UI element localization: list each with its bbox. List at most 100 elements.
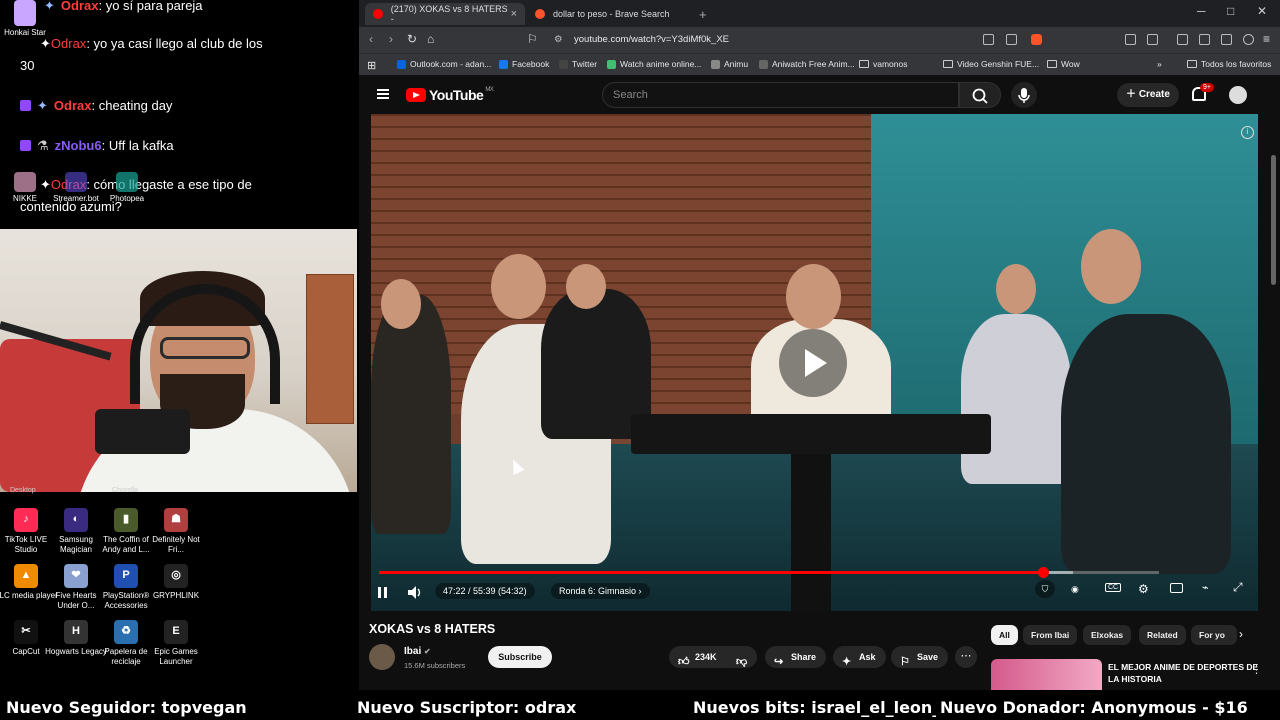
chip-all[interactable]: All [991,625,1018,645]
cast-icon[interactable]: ⌁ [1202,581,1209,594]
epic-games-shortcut[interactable]: E Epic Games Launcher [144,620,208,666]
chapter-button[interactable]: Ronda 6: Gimnasio › [551,583,650,599]
plus-icon: ＋ [1126,89,1139,100]
brave-shields-icon[interactable] [1031,34,1042,45]
volume-icon[interactable] [407,586,423,599]
autoplay-toggle-icon[interactable]: ◉ [1071,584,1079,595]
address-bar: ‹ › ↻ ⌂ ⚐ ⚙ youtube.com/watch?v=Y3diMf0k… [359,27,1280,53]
maximize-icon[interactable]: □ [1227,4,1234,18]
recommended-menu-icon[interactable]: ⋮ [1251,663,1262,676]
microphone-icon [1018,88,1030,103]
chat-line-2: ✦Odrax: yo ya casí llego al club de los … [20,33,340,77]
settings-icon[interactable]: ⚙ [1138,582,1149,596]
all-bookmarks[interactable]: Todos los favoritos [1187,59,1271,69]
bookmark-label: Animu [724,59,749,69]
recommended-thumbnail[interactable] [991,659,1102,690]
channel-name[interactable]: Ibai ✔ [404,646,431,657]
captions-icon[interactable]: CC [1105,583,1122,592]
chip-label: Elxokas [1091,630,1124,640]
thumbs-up-icon: 👍︎ [678,656,690,668]
bookmark-item[interactable]: Wow [1047,59,1080,69]
chip-elxokas[interactable]: Elxokas [1083,625,1132,645]
bookmark-item[interactable]: Video Genshin FUE... [943,59,1039,69]
recommended-title[interactable]: EL MEJOR ANIME DE DEPORTES DE LA HISTORI… [1108,661,1268,685]
bookmark-item[interactable]: vamonos [859,59,908,69]
home-icon[interactable]: ⌂ [427,32,434,46]
ask-button[interactable]: ✦ Ask [833,646,886,668]
tab-brave-search[interactable]: dollar to peso - Brave Search [527,3,697,25]
voice-search-button[interactable] [1011,82,1037,108]
bookmark-icon[interactable]: ⚐ [527,32,538,46]
twitch-icon [20,140,31,151]
photopea-icon[interactable]: Photopea [106,172,148,203]
channel-avatar[interactable] [369,644,395,670]
nikke-icon[interactable]: NIKKE [10,172,40,203]
definitely-not-shortcut[interactable]: ☗ Definitely Not Fri... [144,508,208,554]
forward-icon[interactable]: › [389,32,393,46]
site-settings-icon[interactable]: ⚙ [554,31,563,49]
bookmark-item[interactable]: Twitter [559,59,597,69]
bookmark-item[interactable]: Facebook [499,59,549,69]
search-input[interactable]: Search [602,82,959,108]
search-button[interactable] [959,82,1001,108]
create-button[interactable]: ＋ Create [1117,83,1179,107]
bookmark-label: Outlook.com - adan... [410,59,492,69]
share-button[interactable]: ↪ Share [765,646,827,668]
music-icon[interactable] [1177,34,1188,45]
photopea-label: Photopea [109,194,145,203]
minimize-icon[interactable]: ─ [1197,4,1206,18]
new-tab-button[interactable]: + [691,3,715,25]
chip-from-ibai[interactable]: From Ibai [1023,625,1078,645]
subscribe-button[interactable]: Subscribe [488,646,552,668]
chip-related[interactable]: Related [1139,625,1186,645]
more-actions-icon[interactable]: ⋯ [955,646,977,668]
video-person-head [491,254,546,319]
menu-icon[interactable]: ≡ [1263,32,1270,46]
miniplayer-icon[interactable] [1170,583,1183,593]
progress-bar[interactable] [379,567,1159,578]
close-window-icon[interactable]: ✕ [1257,4,1267,18]
apps-icon[interactable]: ⊞ [367,59,376,72]
hamburger-menu-icon[interactable] [377,89,389,99]
chat-line-1: ✦ Odrax: yo sí para pareja [44,0,203,17]
gryphlink-shortcut[interactable]: ◎ GRYPHLINK [144,564,208,601]
back-icon[interactable]: ‹ [369,32,373,46]
animu-icon [711,59,720,69]
tab-youtube[interactable]: (2170) XOKAS vs 8 HATERS - × [365,3,525,25]
install-icon[interactable] [983,34,994,45]
youtube-logo[interactable]: YouTube MX [406,87,494,103]
bookmark-item[interactable]: Outlook.com - adan... [397,59,491,69]
fullscreen-icon[interactable]: ⤢ [1233,580,1243,595]
pause-icon[interactable] [376,586,390,599]
chip-for-you[interactable]: For yo [1191,625,1237,645]
video-player[interactable]: i 47:22 / 55:39 (54:32) Ronda 6: Gimnasi… [371,114,1258,611]
vpn-icon[interactable] [1243,34,1254,45]
extension-icon[interactable] [1125,34,1136,45]
dislike-button[interactable]: 👎︎ [727,646,757,668]
info-icon[interactable]: i [1241,126,1254,139]
bookmark-item[interactable]: Watch anime online... [607,59,701,69]
bookmark-item[interactable]: Aniwatch Free Anim... [759,59,855,69]
progress-scrubber[interactable] [1037,567,1049,578]
save-button[interactable]: ⚐ Save [891,646,949,668]
bookmark-item[interactable]: Animu [711,59,748,69]
twitch-icon [20,100,31,111]
bookmarks-overflow-icon[interactable]: » [1157,59,1162,69]
share-page-icon[interactable] [1006,34,1017,45]
chips-next-icon[interactable]: › [1239,627,1243,641]
big-play-icon[interactable] [779,329,847,397]
shield-icon[interactable]: ⛉ [1035,580,1055,598]
streamerbot-icon[interactable]: Streamer.bot [50,172,102,203]
desktop-cut-label: Chorella [112,487,139,494]
url-field[interactable]: ⚙ youtube.com/watch?v=Y3diMf0k_XE [544,31,1044,49]
close-tab-icon[interactable]: × [511,8,517,20]
sidebar-icon[interactable] [1199,34,1210,45]
sparkle-ask-icon: ✦ [842,656,852,668]
wallet-icon[interactable] [1147,34,1158,45]
chat-text: : Uff la kafka [101,138,174,153]
honkai-icon[interactable]: Honkai Star [4,0,46,37]
account-avatar[interactable] [1229,86,1247,104]
page-scrollbar[interactable] [1271,155,1276,285]
leo-icon[interactable] [1221,34,1232,45]
reload-icon[interactable]: ↻ [407,32,417,46]
